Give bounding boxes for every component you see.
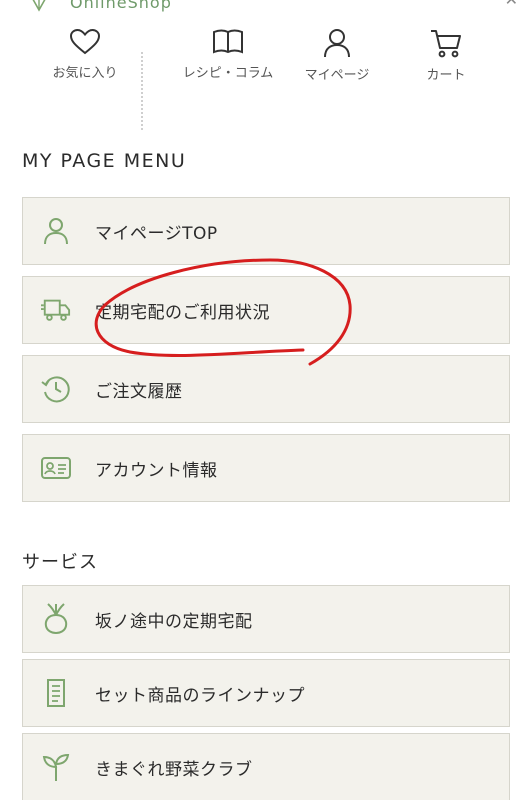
nav-label: お気に入り (52, 66, 118, 81)
nav-divider (141, 52, 143, 130)
nav-label: マイページ (304, 68, 370, 83)
menu-item-label: 定期宅配のご利用状況 (95, 302, 270, 323)
logo-text: OnlineShop (70, 0, 172, 12)
service-item-label: 坂ノ途中の定期宅配 (95, 611, 253, 632)
mypage-menu-title: MY PAGE MENU (22, 150, 187, 172)
service-item-label: きまぐれ野菜クラブ (95, 759, 253, 780)
turnip-icon (41, 603, 71, 635)
service-item-subscription[interactable]: 坂ノ途中の定期宅配 (22, 585, 510, 653)
person-icon (324, 29, 350, 58)
nav-mypage[interactable]: マイページ (282, 28, 392, 83)
history-icon (41, 374, 71, 404)
service-item-label: セット商品のラインナップ (95, 685, 305, 706)
truck-icon (41, 295, 71, 325)
service-item-vegetable-club[interactable]: きまぐれ野菜クラブ (22, 733, 510, 800)
menu-item-label: マイページTOP (95, 223, 218, 244)
document-icon (41, 678, 71, 708)
book-icon (213, 29, 243, 54)
menu-item-label: ご注文履歴 (95, 381, 183, 402)
site-logo[interactable]: OnlineShop (28, 0, 172, 12)
header-nav: お気に入り レシピ・コラム マイページ カート (0, 28, 532, 130)
id-card-icon (41, 453, 71, 483)
nav-label: レシピ・コラム (182, 66, 274, 81)
services-title: サービス (22, 552, 98, 573)
heart-icon (69, 28, 101, 55)
menu-item-order-history[interactable]: ご注文履歴 (22, 355, 510, 423)
menu-item-label: アカウント情報 (95, 460, 218, 481)
nav-favorites[interactable]: お気に入り (30, 28, 140, 81)
nav-recipes[interactable]: レシピ・コラム (173, 28, 283, 81)
nav-cart[interactable]: カート (391, 28, 501, 83)
menu-item-subscription-status[interactable]: 定期宅配のご利用状況 (22, 276, 510, 344)
menu-close-icon[interactable]: ✕ (505, 0, 518, 9)
menu-item-mypage-top[interactable]: マイページTOP (22, 197, 510, 265)
menu-item-account-info[interactable]: アカウント情報 (22, 434, 510, 502)
sprout-icon (41, 752, 71, 782)
cart-icon (431, 30, 461, 58)
person-icon (41, 216, 71, 246)
service-item-set-lineup[interactable]: セット商品のラインナップ (22, 659, 510, 727)
nav-label: カート (426, 68, 466, 83)
leaf-logo-icon (32, 0, 46, 12)
